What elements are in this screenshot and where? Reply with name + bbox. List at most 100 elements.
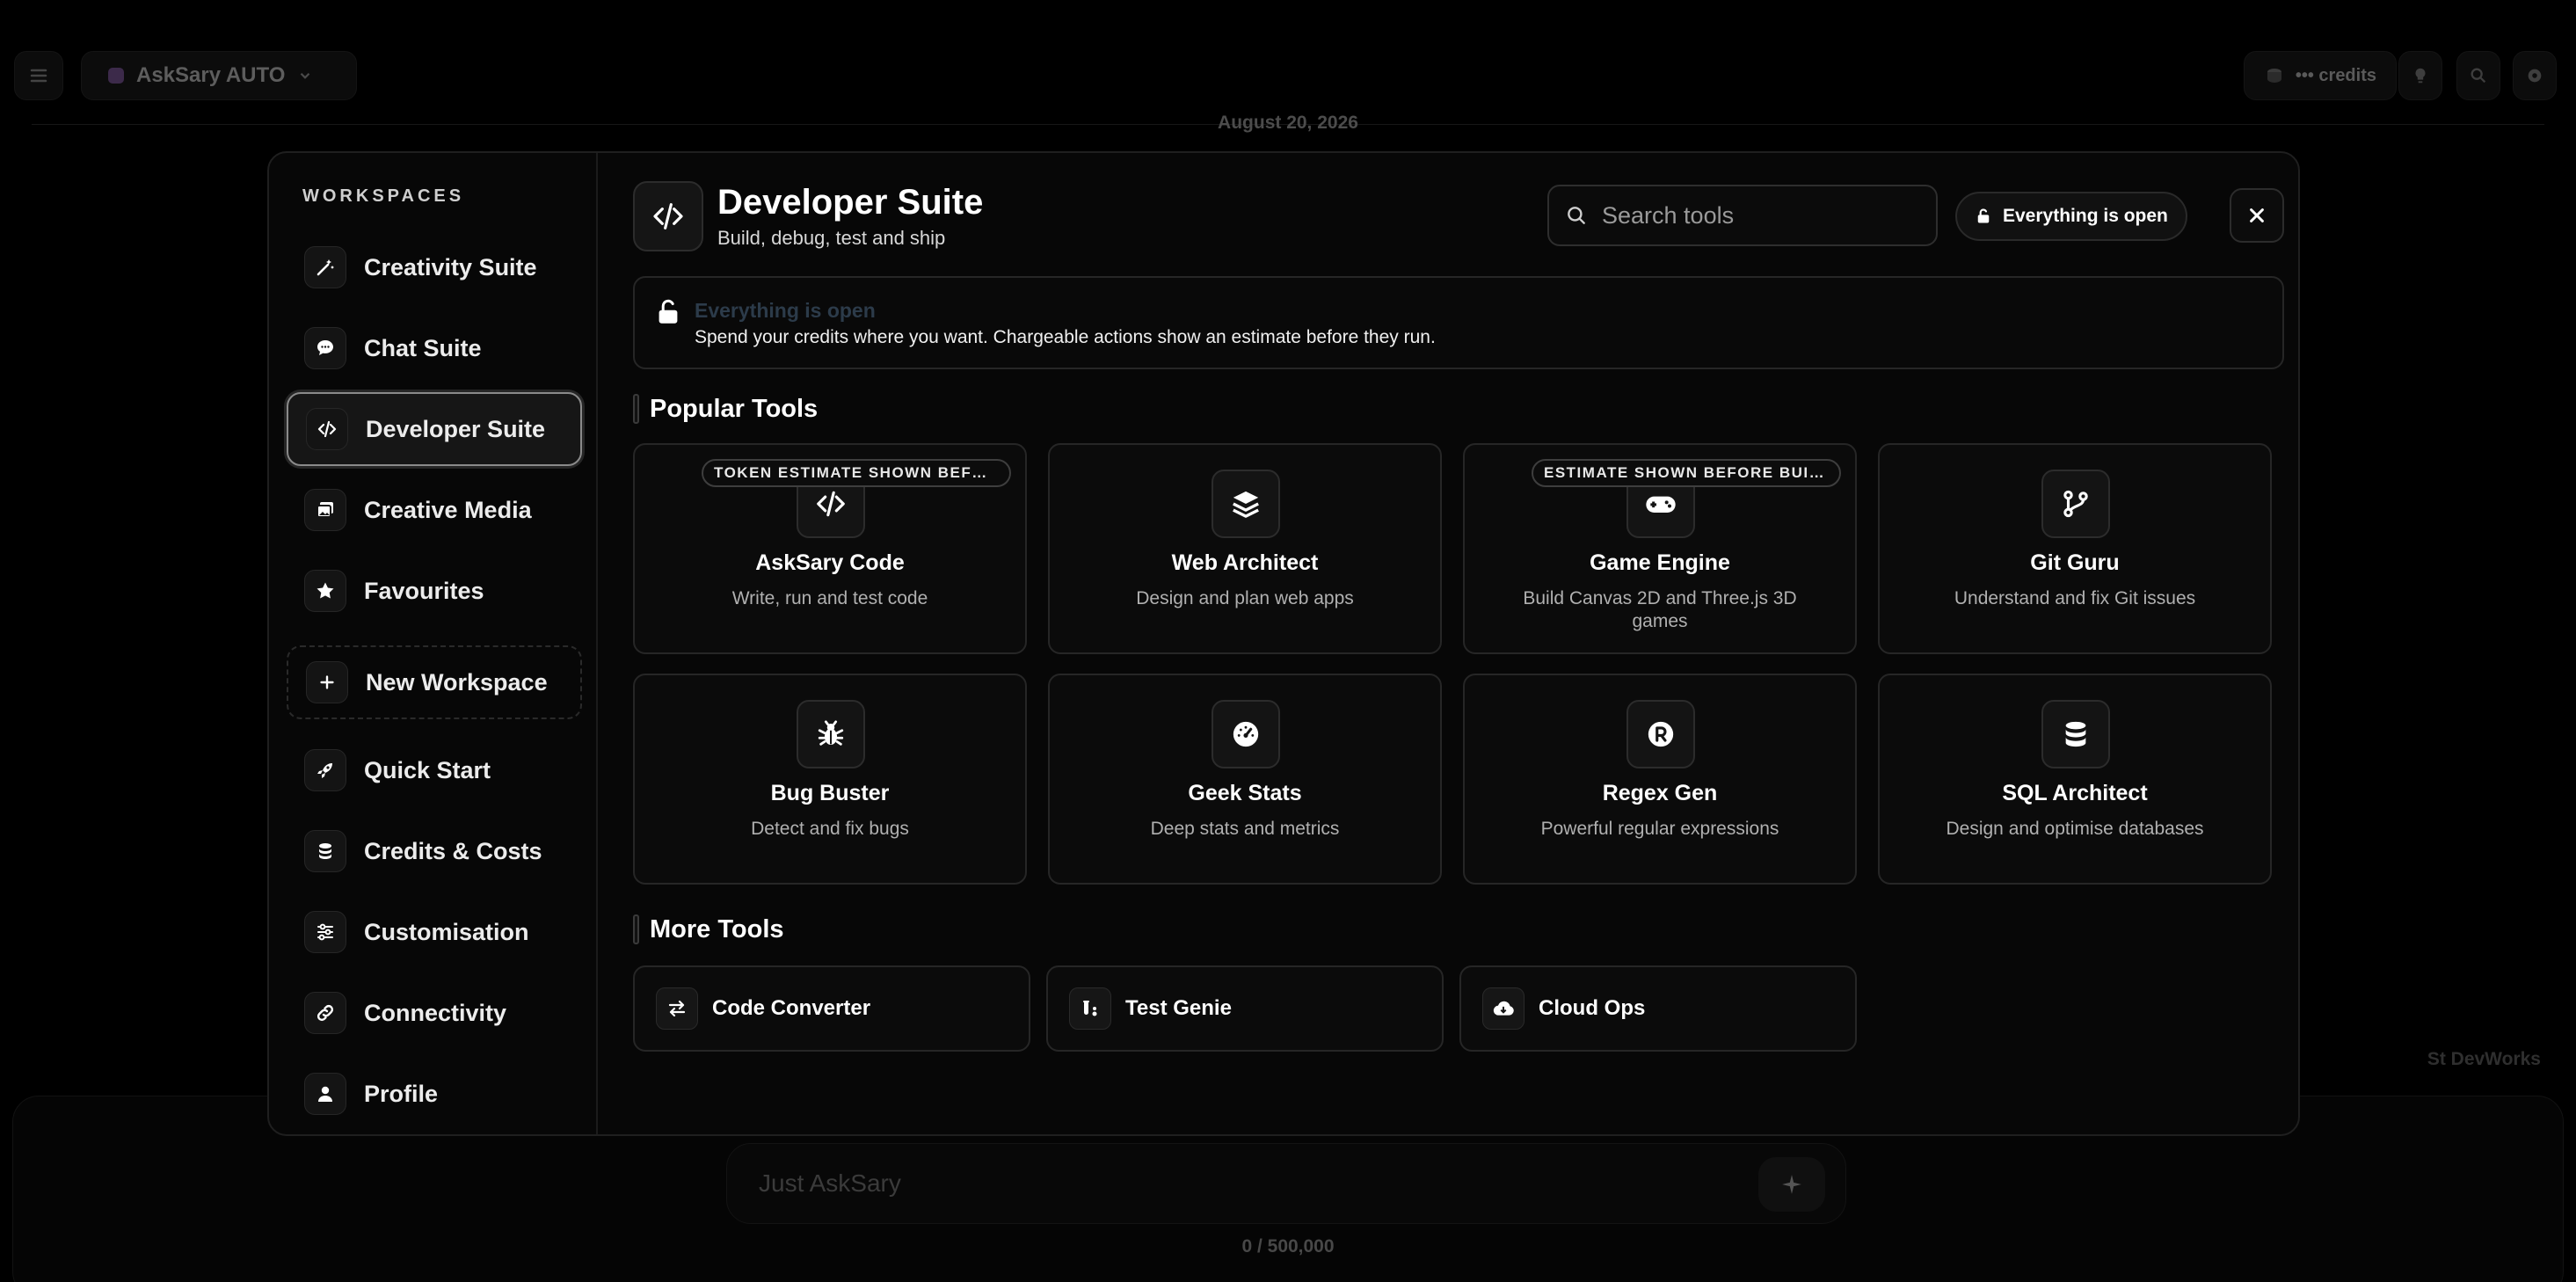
- new-workspace-button[interactable]: New Workspace: [287, 645, 582, 719]
- sidebar-item-label: Profile: [364, 1080, 439, 1107]
- suite-panel: Developer Suite Build, debug, test and s…: [600, 153, 2298, 1134]
- section-title-label: Popular Tools: [650, 394, 819, 423]
- sidebar-item-label: Quick Start: [364, 756, 491, 783]
- credits-indicator[interactable]: ••• credits: [2243, 51, 2397, 100]
- sidebar-item-label: Credits & Costs: [364, 837, 542, 864]
- model-name: AskSary AUTO: [136, 63, 286, 87]
- tool-name: SQL Architect: [2002, 781, 2148, 805]
- close-button[interactable]: [2230, 188, 2284, 243]
- credits-label: ••• credits: [2295, 65, 2376, 85]
- tool-name: Geek Stats: [1188, 781, 1302, 805]
- tool-card-bug-buster[interactable]: Bug Buster Detect and fix bugs: [633, 674, 1027, 885]
- swap-arrows-icon: [656, 987, 698, 1030]
- section-title-label: More Tools: [650, 914, 784, 943]
- tool-card-regex-gen[interactable]: Regex Gen Powerful regular expressions: [1463, 674, 1857, 885]
- tool-description: Understand and fix Git issues: [1954, 588, 2196, 608]
- character-count: 0 / 500,000: [1241, 1236, 1335, 1257]
- code-icon: [633, 181, 703, 251]
- tool-badge: ESTIMATE SHOWN BEFORE BUILD: [1532, 459, 1841, 487]
- lightbulb-icon: [2415, 68, 2426, 84]
- sidebar-item-profile[interactable]: Profile: [287, 1057, 582, 1131]
- tool-card-asksary-code[interactable]: TOKEN ESTIMATE SHOWN BEFO... AskSary Cod…: [633, 443, 1027, 654]
- chevron-down-icon: [301, 72, 310, 79]
- tool-description: Detect and fix bugs: [751, 819, 909, 839]
- sidebar-item-favourites[interactable]: Favourites: [287, 554, 582, 628]
- tool-card-web-architect[interactable]: Web Architect Design and plan web apps: [1048, 443, 1442, 654]
- plus-icon: [306, 661, 348, 703]
- cloud-icon: [1482, 987, 1524, 1030]
- hamburger-icon: [30, 69, 47, 83]
- coins-icon: [2267, 69, 2281, 83]
- sidebar-item-creativity-suite[interactable]: Creativity Suite: [287, 230, 582, 304]
- tool-description: Design and plan web apps: [1136, 588, 1354, 608]
- sidebar-item-label: Chat Suite: [364, 334, 482, 361]
- sidebar-item-credits-costs[interactable]: Credits & Costs: [287, 814, 582, 888]
- section-marker: [633, 914, 639, 944]
- tool-name: Web Architect: [1171, 550, 1319, 575]
- sidebar-item-connectivity[interactable]: Connectivity: [287, 976, 582, 1050]
- tool-name: Cloud Ops: [1539, 996, 1646, 1020]
- more-tools-heading: More Tools: [633, 914, 784, 944]
- sidebar-item-label: Connectivity: [364, 999, 507, 1026]
- tool-card-cloud-ops[interactable]: Cloud Ops: [1459, 965, 1857, 1052]
- link-icon: [304, 992, 346, 1034]
- tool-name: Test Genie: [1125, 996, 1232, 1020]
- tool-card-game-engine[interactable]: ESTIMATE SHOWN BEFORE BUILD Game Engine …: [1463, 443, 1857, 654]
- tool-badge: TOKEN ESTIMATE SHOWN BEFO...: [702, 459, 1011, 487]
- tool-card-geek-stats[interactable]: Geek Stats Deep stats and metrics: [1048, 674, 1442, 885]
- page-title: Developer Suite: [717, 183, 984, 222]
- sidebar-item-label: Creativity Suite: [364, 253, 537, 280]
- magic-wand-icon: [304, 246, 346, 288]
- sidebar-item-developer-suite[interactable]: Developer Suite: [287, 392, 582, 466]
- workspace-sidebar: WORKSPACES Creativity Suite Chat Suite D…: [269, 153, 598, 1134]
- user-icon: [304, 1073, 346, 1115]
- search-icon: [2470, 68, 2486, 84]
- sliders-icon: [304, 911, 346, 953]
- section-marker: [633, 394, 639, 424]
- workspaces-heading: WORKSPACES: [302, 186, 465, 206]
- close-icon: [2250, 208, 2264, 222]
- star-icon: [304, 570, 346, 612]
- message-input[interactable]: Just AskSary: [726, 1143, 1846, 1224]
- search-tools-field[interactable]: [1547, 185, 1938, 246]
- gear-icon: [2528, 69, 2542, 83]
- tool-name: Bug Buster: [770, 781, 890, 805]
- tool-card-code-converter[interactable]: Code Converter: [633, 965, 1030, 1052]
- tool-name: AskSary Code: [755, 550, 905, 575]
- sidebar-item-chat-suite[interactable]: Chat Suite: [287, 311, 582, 385]
- sidebar-item-label: Favourites: [364, 577, 484, 604]
- access-status-pill[interactable]: Everything is open: [1955, 192, 2187, 241]
- tool-description: Design and optimise databases: [1946, 819, 2204, 839]
- tool-card-test-genie[interactable]: Test Genie: [1046, 965, 1444, 1052]
- model-selector[interactable]: AskSary AUTO: [81, 51, 357, 100]
- sidebar-item-customisation[interactable]: Customisation: [287, 895, 582, 969]
- flask-icon: [1069, 987, 1111, 1030]
- rocket-icon: [304, 749, 346, 791]
- access-status-label: Everything is open: [2003, 206, 2168, 226]
- tool-description: Build Canvas 2D and Three.js 3D games: [1523, 588, 1797, 631]
- registered-icon: [1626, 700, 1695, 768]
- database-icon: [2041, 700, 2110, 768]
- settings-button[interactable]: [2513, 51, 2557, 100]
- menu-button[interactable]: [14, 51, 63, 100]
- gauge-icon: [1212, 700, 1280, 768]
- footer-signature: St DevWorks: [2427, 1049, 2541, 1069]
- search-tools-input[interactable]: [1602, 201, 1918, 229]
- search-button[interactable]: [2456, 51, 2500, 100]
- sidebar-item-label: Creative Media: [364, 496, 532, 523]
- images-icon: [304, 489, 346, 531]
- unlock-icon: [659, 299, 678, 324]
- ideas-button[interactable]: [2398, 51, 2442, 100]
- coins-icon: [304, 830, 346, 872]
- tool-card-git-guru[interactable]: Git Guru Understand and fix Git issues: [1878, 443, 2272, 654]
- sidebar-item-creative-media[interactable]: Creative Media: [287, 473, 582, 547]
- banner-text: Spend your credits where you want. Charg…: [695, 327, 1436, 347]
- popular-tools-heading: Popular Tools: [633, 394, 818, 424]
- new-workspace-label: New Workspace: [366, 668, 548, 696]
- sidebar-item-quick-start[interactable]: Quick Start: [287, 733, 582, 807]
- tool-card-sql-architect[interactable]: SQL Architect Design and optimise databa…: [1878, 674, 2272, 885]
- tool-name: Git Guru: [2030, 550, 2120, 575]
- sparkle-icon: [1782, 1175, 1801, 1194]
- send-button[interactable]: [1758, 1157, 1825, 1212]
- tool-name: Code Converter: [712, 996, 871, 1020]
